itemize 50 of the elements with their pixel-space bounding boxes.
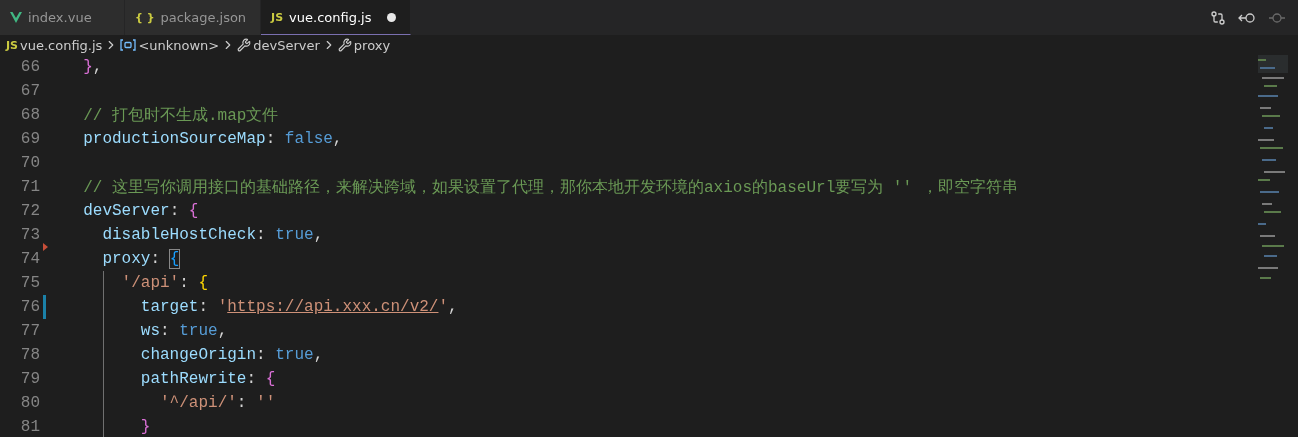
js-icon: JS: [6, 38, 18, 52]
line-number: 72: [19, 202, 40, 220]
editor-tab[interactable]: JS vue.config.js: [261, 0, 412, 35]
breadcrumb-item[interactable]: vue.config.js: [20, 37, 103, 53]
editor-tab[interactable]: { } package.json: [125, 0, 262, 35]
code-line: '/api': {: [120, 274, 209, 292]
line-number: 70: [19, 154, 40, 172]
editor-tab[interactable]: index.vue: [0, 0, 125, 35]
line-number: 78: [19, 346, 40, 364]
code-line: },: [82, 58, 103, 76]
line-number: 73: [19, 226, 40, 244]
code-line: disableHostCheck: true,: [101, 226, 324, 244]
code-line: '^/api/': '': [159, 394, 276, 412]
code-line: devServer: {: [82, 202, 199, 220]
back-circle-icon[interactable]: [1238, 11, 1256, 24]
js-icon: JS: [271, 10, 284, 24]
line-number: 67: [19, 82, 40, 100]
line-number: 69: [19, 130, 40, 148]
line-number: 68: [19, 106, 40, 124]
vue-logo-icon: [10, 12, 22, 23]
code-line: pathRewrite: {: [139, 370, 276, 388]
breadcrumb-item[interactable]: proxy: [353, 37, 391, 53]
symbol-icon: [120, 39, 137, 51]
compare-changes-icon[interactable]: [1210, 9, 1226, 26]
circle-line-icon[interactable]: [1268, 11, 1286, 24]
tab-label: index.vue: [28, 10, 92, 25]
line-number: 66: [19, 58, 40, 76]
wrench-icon: [237, 38, 252, 52]
code-line: productionSourceMap: false,: [82, 130, 343, 148]
code-line: changeOrigin: true,: [139, 346, 324, 364]
tab-label: package.json: [160, 10, 247, 25]
braces-icon: { }: [135, 11, 155, 24]
code-line: }: [139, 418, 151, 436]
line-number: 79: [19, 370, 40, 388]
line-number: 77: [19, 322, 40, 340]
code-line: target: 'https://api.xxx.cn/v2/',: [139, 298, 458, 316]
code-line: proxy: {: [101, 250, 180, 268]
code-line: // 打包时不生成.map文件: [82, 105, 279, 126]
breadcrumb-item[interactable]: <unknown>: [138, 37, 220, 53]
line-number: 71: [19, 178, 40, 196]
line-number: 76: [19, 298, 40, 316]
wrench-icon: [337, 38, 352, 52]
code-line: // 这里写你调用接口的基础路径，来解决跨域，如果设置了代理，那你本地开发环境的axios的baseUrl要写为 '' ，即空字符串: [82, 177, 1018, 198]
line-number: 80: [19, 394, 40, 412]
line-number: 74: [19, 250, 40, 268]
line-number: 75: [19, 274, 40, 292]
line-number: 81: [19, 418, 40, 436]
tab-label: vue.config.js: [289, 9, 372, 25]
code-line: ws: true,: [139, 322, 228, 340]
breadcrumb-item[interactable]: devServer: [253, 37, 320, 53]
